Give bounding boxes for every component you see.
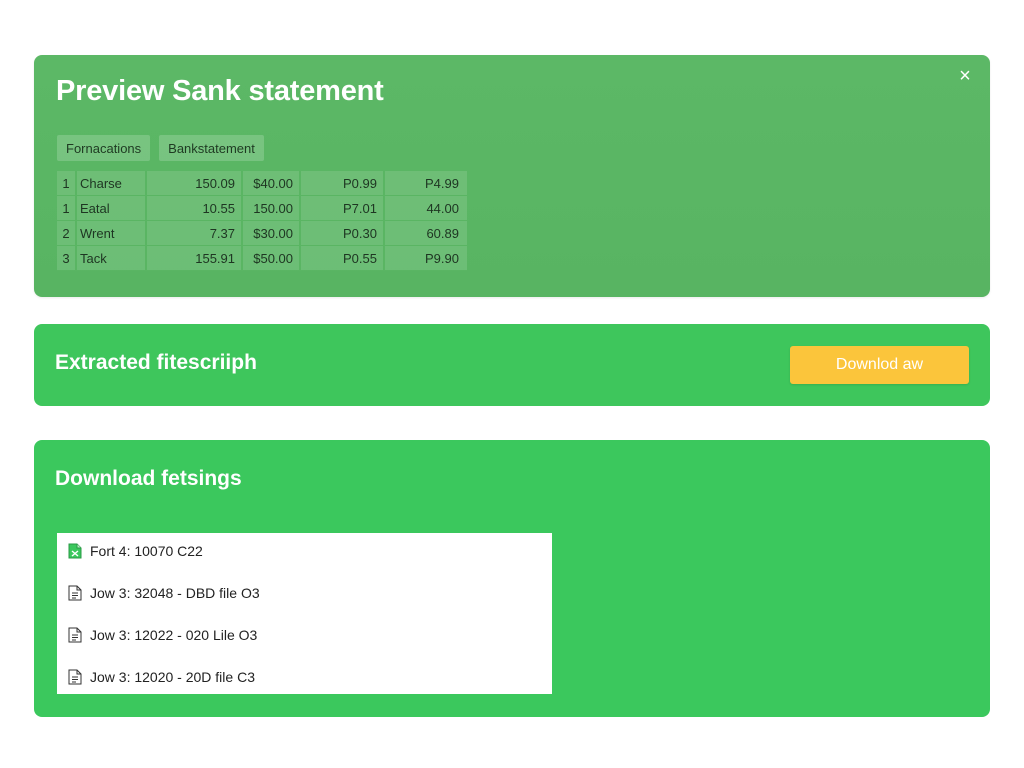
table-cell: $40.00 — [243, 171, 301, 196]
file-label: Jow 3: 12022 - 020 Lile O3 — [90, 627, 258, 643]
document-file-icon — [68, 585, 82, 601]
download-settings-panel: Download fetsings Fort 4: 10070 C22 Jow … — [34, 440, 990, 717]
table-row: 1 Eatal 10.55 150.00 P7.01 44.00 — [57, 196, 467, 221]
tab-bank-statement[interactable]: Bankstatement — [159, 135, 264, 161]
table-cell: P4.99 — [385, 171, 467, 196]
table-cell: $50.00 — [243, 246, 301, 271]
table-cell: 1 — [57, 196, 77, 221]
document-file-icon — [68, 669, 82, 685]
table-cell: Eatal — [77, 196, 147, 221]
table-row: 2 Wrent 7.37 $30.00 P0.30 60.89 — [57, 221, 467, 246]
table-cell: 3 — [57, 246, 77, 271]
file-item[interactable]: Jow 3: 12022 - 020 Lile O3 — [57, 619, 552, 651]
download-settings-title: Download fetsings — [55, 467, 242, 490]
table-cell: 150.00 — [243, 196, 301, 221]
file-item[interactable]: Fort 4: 10070 C22 — [57, 535, 552, 567]
transactions-table: 1 Charse 150.09 $40.00 P0.99 P4.99 1 Eat… — [57, 171, 467, 271]
spreadsheet-file-icon — [68, 543, 82, 559]
table-cell: Charse — [77, 171, 147, 196]
table-cell: P0.55 — [301, 246, 385, 271]
table-cell: P0.30 — [301, 221, 385, 246]
preview-panel: Preview Sank statement × Fornacations Ba… — [34, 55, 990, 297]
preview-title: Preview Sank statement — [56, 75, 384, 107]
page: Preview Sank statement × Fornacations Ba… — [0, 0, 1024, 768]
file-label: Fort 4: 10070 C22 — [90, 543, 203, 559]
document-file-icon — [68, 627, 82, 643]
close-icon: × — [959, 65, 971, 87]
download-button[interactable]: Downlod aw — [790, 346, 969, 384]
table-cell: 1 — [57, 171, 77, 196]
file-label: Jow 3: 32048 - DBD file O3 — [90, 585, 260, 601]
extracted-panel: Extracted fitescriiph Downlod aw — [34, 324, 990, 406]
table-cell: 60.89 — [385, 221, 467, 246]
table-cell: P7.01 — [301, 196, 385, 221]
table-cell: Tack — [77, 246, 147, 271]
table-cell: P9.90 — [385, 246, 467, 271]
table-row: 3 Tack 155.91 $50.00 P0.55 P9.90 — [57, 246, 467, 271]
tab-transactions[interactable]: Fornacations — [57, 135, 151, 161]
table-cell: 7.37 — [147, 221, 243, 246]
file-label: Jow 3: 12020 - 20D file C3 — [90, 669, 255, 685]
table-cell: 44.00 — [385, 196, 467, 221]
table-cell: 10.55 — [147, 196, 243, 221]
table-row: 1 Charse 150.09 $40.00 P0.99 P4.99 — [57, 171, 467, 196]
close-button[interactable]: × — [954, 65, 976, 87]
preview-tabs: Fornacations Bankstatement — [57, 135, 264, 161]
file-list: Fort 4: 10070 C22 Jow 3: 32048 - DBD fil… — [57, 533, 552, 694]
table-cell: 2 — [57, 221, 77, 246]
table-cell: Wrent — [77, 221, 147, 246]
table-cell: 150.09 — [147, 171, 243, 196]
extracted-title: Extracted fitescriiph — [55, 351, 257, 374]
file-item[interactable]: Jow 3: 12020 - 20D file C3 — [57, 661, 552, 693]
table-cell: $30.00 — [243, 221, 301, 246]
table-cell: P0.99 — [301, 171, 385, 196]
table-cell: 155.91 — [147, 246, 243, 271]
file-item[interactable]: Jow 3: 32048 - DBD file O3 — [57, 577, 552, 609]
